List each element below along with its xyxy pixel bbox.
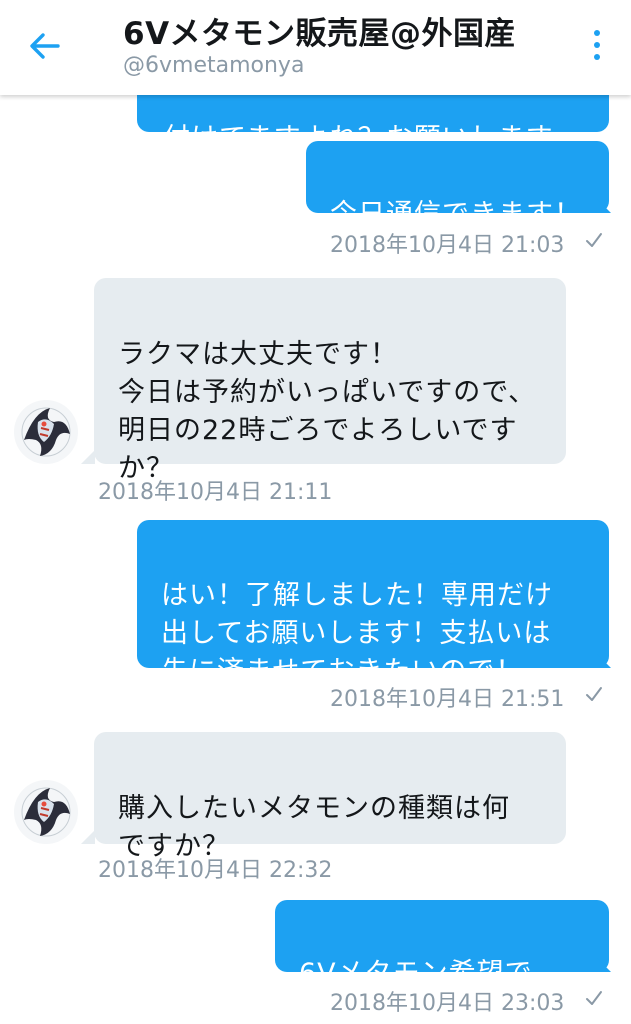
message-bubble-received[interactable]: ラクマは大丈夫です！ 今日は予約がいっぱいですので、 明日の22時ごろでよろしい… bbox=[94, 278, 566, 484]
checkmark-icon bbox=[586, 687, 602, 701]
contact-avatar[interactable] bbox=[14, 780, 78, 844]
message-timestamp: 2018年10月4日 23:03 bbox=[330, 991, 565, 1016]
message-timestamp: 2018年10月4日 22:32 bbox=[98, 858, 333, 883]
back-button[interactable] bbox=[20, 22, 68, 70]
message-timestamp: 2018年10月4日 21:51 bbox=[330, 687, 565, 712]
more-options-button[interactable] bbox=[580, 25, 614, 65]
arrow-left-icon bbox=[30, 33, 60, 59]
checkmark-icon bbox=[586, 233, 602, 247]
message-text: ラクマは大丈夫です！ 今日は予約がいっぱいですので、 明日の22時ごろでよろしい… bbox=[118, 339, 537, 484]
message-timestamp: 2018年10月4日 21:03 bbox=[330, 233, 565, 258]
message-bubble-sent[interactable]: 今日通信できます！ bbox=[306, 141, 609, 230]
message-bubble-received[interactable]: 購入したいメタモンの種類は何 ですか？ bbox=[94, 732, 566, 862]
conversation-title: 6Vメタモン販売屋@外国産 bbox=[123, 16, 517, 52]
contact-avatar[interactable] bbox=[14, 400, 78, 464]
pokemon-avatar-icon bbox=[21, 787, 71, 837]
message-text: はい！了解しました！専用だけ 出してお願いします！支払いは 先に済ませておきたい… bbox=[161, 580, 553, 687]
message-timestamp: 2018年10月4日 21:11 bbox=[98, 480, 333, 505]
message-text: 今日通信できます！ bbox=[330, 199, 582, 230]
conversation-handle: @6vmetamonya bbox=[123, 53, 305, 78]
dm-conversation-screen: 6Vメタモン販売屋@外国産 @6vmetamonya 付けてますよね？お願いしま… bbox=[0, 0, 631, 1024]
conversation-header: 6Vメタモン販売屋@外国産 @6vmetamonya bbox=[0, 0, 631, 95]
checkmark-icon bbox=[586, 991, 602, 1005]
message-bubble-sent[interactable]: 6Vメタモン希望です。 bbox=[275, 900, 609, 1024]
pokemon-avatar-icon bbox=[21, 407, 71, 457]
vertical-dots-icon bbox=[594, 30, 600, 36]
message-bubble-sent[interactable]: はい！了解しました！専用だけ 出してお願いします！支払いは 先に済ませておきたい… bbox=[137, 520, 609, 687]
